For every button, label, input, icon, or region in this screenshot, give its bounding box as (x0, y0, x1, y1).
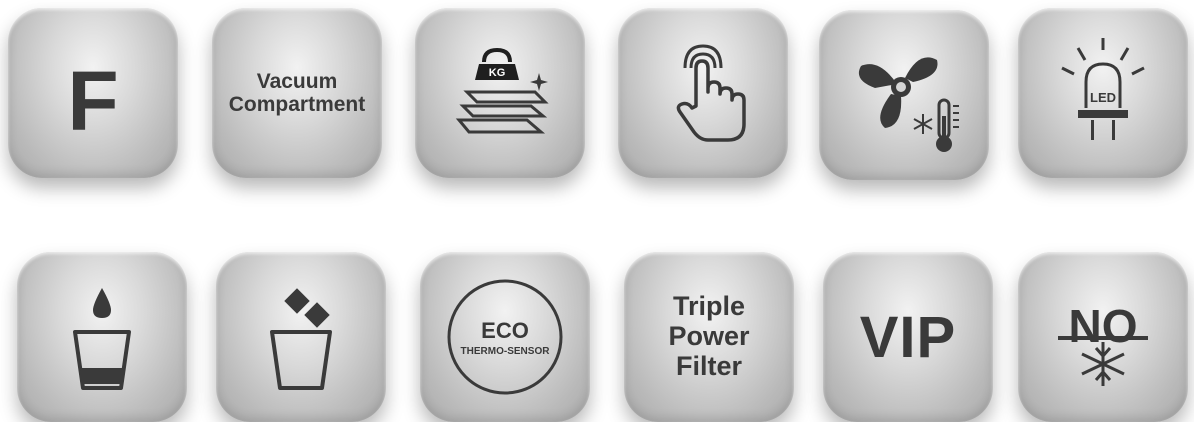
no-frost-icon: NO (1058, 300, 1148, 386)
no-frost-tile: NO (1018, 252, 1188, 422)
triple-power-filter-label: Triple Power Filter (668, 292, 749, 381)
touch-control-tile (618, 8, 788, 178)
vip-label: VIP (859, 304, 957, 370)
vacuum-line2: Compartment (228, 93, 366, 116)
triple-power-filter-tile: Triple Power Filter (624, 252, 794, 422)
water-cup-icon (73, 288, 131, 390)
weight-shelf-tile: KG (415, 8, 585, 178)
fan-thermometer-icon (858, 57, 959, 152)
touch-hand-icon (676, 44, 746, 142)
vacuum-line1: Vacuum (256, 69, 338, 93)
f-label: F (67, 53, 119, 148)
kg-badge: KG (489, 67, 506, 79)
vacuum-compartment-tile: Vacuum Compartment (212, 8, 382, 178)
weight-shelf-icon: KG (455, 47, 549, 134)
vip-tile: VIP (823, 252, 993, 422)
water-dispenser-tile (17, 252, 187, 422)
ice-maker-tile (216, 252, 386, 422)
fan-cooling-tile (819, 10, 989, 180)
led-label: LED (1090, 90, 1116, 105)
triple-line1: Triple (672, 291, 746, 322)
eco-thermo-sensor-tile: ECO THERMO-SENSOR (420, 252, 590, 422)
led-bulb-icon: LED (1061, 38, 1145, 140)
eco-thermo-sensor-icon: ECO THERMO-SENSOR (447, 279, 563, 395)
triple-line2: Power (668, 321, 750, 352)
led-light-tile: LED (1018, 8, 1188, 178)
triple-line3: Filter (675, 350, 742, 381)
vacuum-compartment-label: Vacuum Compartment (229, 70, 366, 116)
f-tile: F (8, 8, 178, 178)
eco-label: ECO (481, 318, 529, 343)
thermo-sensor-label: THERMO-SENSOR (461, 346, 551, 357)
ice-bucket-icon (270, 288, 332, 390)
